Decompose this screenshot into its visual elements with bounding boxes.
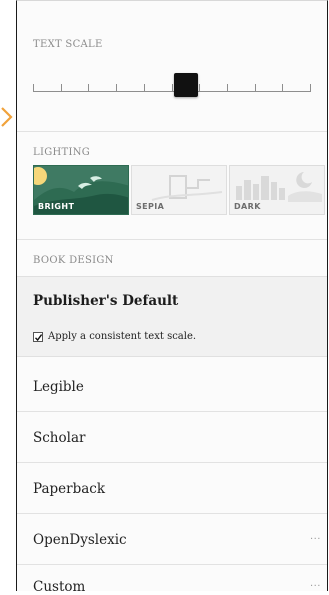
font-option-custom[interactable]: Custom — [33, 579, 85, 595]
pointer-caret-icon — [0, 106, 14, 128]
slider-tick — [172, 84, 173, 92]
text-scale-label: TEXT SCALE — [33, 39, 103, 50]
font-option-opendyslexic[interactable]: OpenDyslexic — [33, 532, 127, 548]
font-option-legible[interactable]: Legible — [33, 379, 84, 395]
font-option-paperback[interactable]: Paperback — [33, 481, 105, 497]
opendyslexic-more-icon[interactable]: ··· — [310, 534, 321, 545]
custom-more-icon[interactable]: ··· — [310, 581, 321, 592]
slider-thumb[interactable] — [174, 73, 198, 97]
list-divider — [17, 411, 327, 412]
lighting-options: BRIGHT SEPIA DARK — [33, 165, 325, 217]
lighting-sepia-label: SEPIA — [136, 202, 165, 211]
section-divider — [17, 239, 327, 240]
section-divider — [17, 131, 327, 132]
slider-tick — [33, 84, 34, 92]
lighting-bright-option[interactable]: BRIGHT — [33, 165, 129, 215]
checkbox-checked-icon[interactable] — [33, 331, 43, 342]
list-divider — [17, 513, 327, 514]
publishers-default-title: Publisher's Default — [33, 293, 179, 309]
font-option-scholar[interactable]: Scholar — [33, 430, 85, 446]
lighting-dark-option[interactable]: DARK — [229, 165, 325, 215]
reading-settings-panel: TEXT SCALE LIGHTING BRIGHT SEPIA DARK BO… — [16, 0, 328, 595]
slider-tick — [88, 84, 89, 92]
lighting-label: LIGHTING — [33, 147, 91, 158]
slider-tick — [310, 84, 311, 92]
slider-tick — [255, 84, 256, 92]
list-divider — [17, 462, 327, 463]
checkbox-label: Apply a consistent text scale. — [48, 331, 197, 342]
lighting-sepia-option[interactable]: SEPIA — [131, 165, 227, 215]
lighting-bright-label: BRIGHT — [38, 202, 75, 211]
list-divider — [17, 564, 327, 565]
text-scale-slider[interactable] — [33, 69, 311, 99]
publishers-default-option[interactable]: Publisher's Default Apply a consistent t… — [17, 276, 327, 357]
slider-tick — [61, 84, 62, 92]
slider-tick — [199, 84, 200, 92]
slider-tick — [282, 84, 283, 92]
slider-tick — [144, 84, 145, 92]
consistent-text-scale-checkbox[interactable]: Apply a consistent text scale. — [33, 331, 196, 342]
slider-tick — [116, 84, 117, 92]
lighting-dark-label: DARK — [234, 202, 261, 211]
slider-tick — [227, 84, 228, 92]
book-design-label: BOOK DESIGN — [33, 255, 114, 266]
